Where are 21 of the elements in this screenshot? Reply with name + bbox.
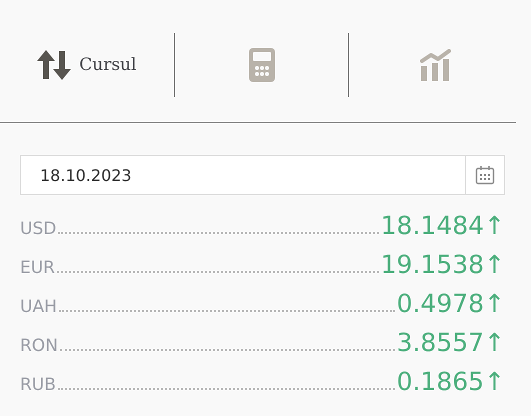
rate-value: 3.8557 — [396, 328, 484, 357]
trend-arrow: ↑ — [484, 289, 505, 318]
calculator-icon — [248, 48, 274, 82]
trend-arrow: ↑ — [484, 328, 505, 357]
currency-code: RUB — [20, 375, 56, 395]
currency-code: UAH — [20, 297, 57, 317]
rate-value: 0.1865 — [396, 367, 484, 396]
bar-chart-icon — [420, 49, 452, 81]
calendar-icon — [475, 165, 495, 185]
rate-value: 0.4978 — [396, 289, 484, 318]
currency-code: RON — [20, 336, 58, 356]
up-down-arrows-icon — [37, 49, 72, 81]
currency-code: USD — [20, 219, 56, 239]
trend-arrow: ↑ — [484, 250, 505, 279]
trend-arrow: ↑ — [484, 367, 505, 396]
tab[interactable]: Cursul — [0, 32, 174, 98]
trend-arrow: ↑ — [484, 211, 505, 240]
date-field[interactable]: 18.10.2023 — [20, 155, 505, 195]
rate-value: 19.1538 — [380, 250, 484, 279]
currency-code: EUR — [20, 258, 55, 278]
rate-value: 18.1484 — [380, 211, 484, 240]
